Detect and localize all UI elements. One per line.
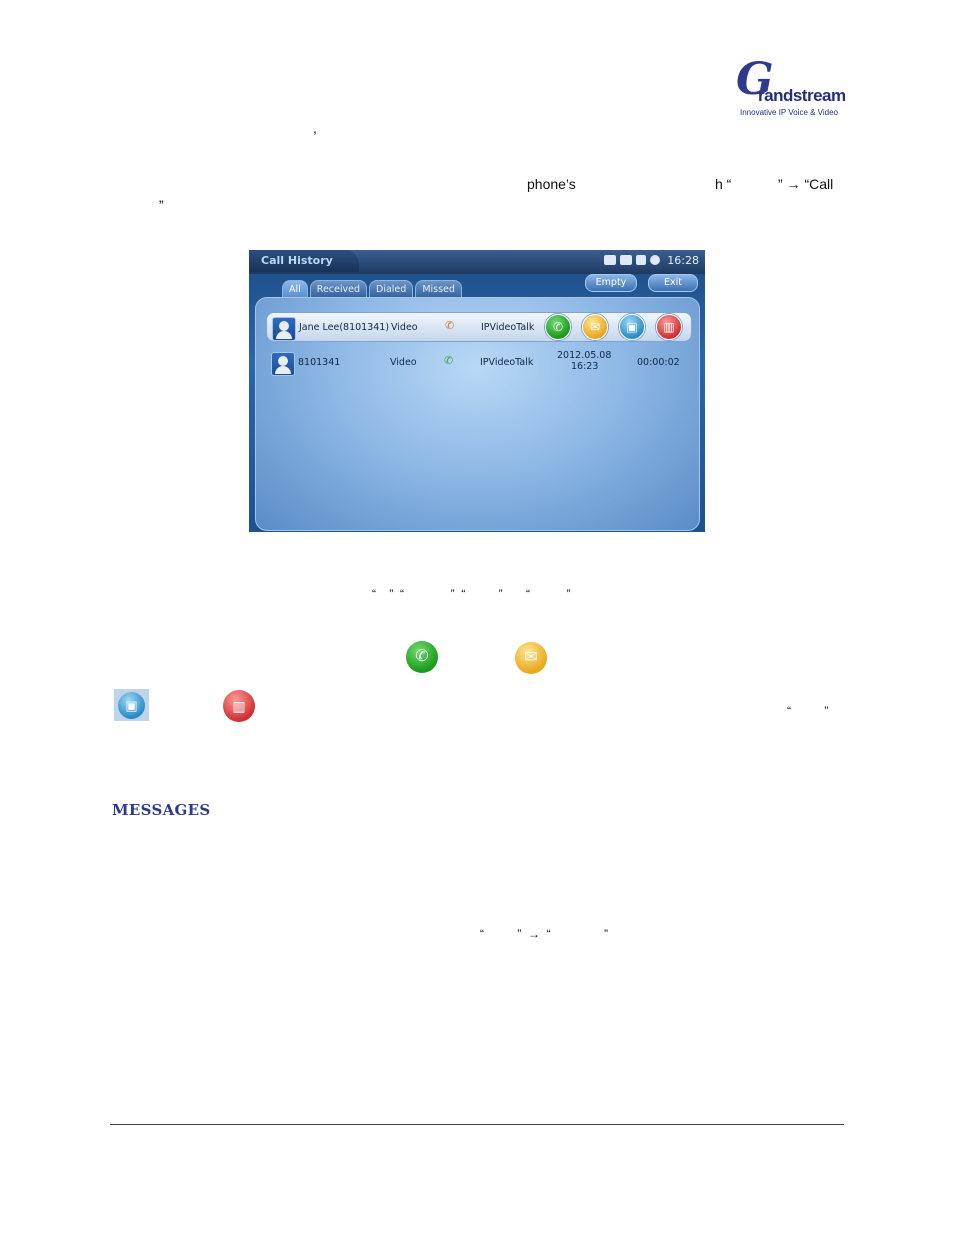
call-name: 8101341 — [298, 357, 341, 368]
grandstream-logo: G randstream Innovative IP Voice & Video — [736, 58, 846, 120]
call-account: IPVideoTalk — [481, 322, 535, 333]
h-quote-fragment: h “ — [715, 176, 732, 192]
contact-button[interactable]: ▣ — [619, 314, 645, 340]
logo-name: randstream — [758, 86, 846, 105]
call-row[interactable]: 8101341 Video ✆ IPVideoTalk 2012.05.08 1… — [266, 348, 690, 376]
exit-button[interactable]: Exit — [648, 274, 698, 292]
tab-dialed[interactable]: Dialed — [369, 280, 414, 297]
call-name: Jane Lee(8101341) — [299, 322, 390, 333]
footer-divider — [110, 1124, 844, 1125]
screen-title: Call History — [261, 254, 333, 267]
logo-tagline: Innovative IP Voice & Video — [740, 108, 838, 117]
message-button[interactable]: ✉ — [582, 314, 608, 340]
title-tab: Call History — [249, 250, 359, 272]
clock: 16:28 — [667, 253, 699, 267]
received-call-icon: ✆ — [444, 354, 454, 367]
contact-icon: ▣ — [626, 320, 638, 334]
quote-pair-fragment: “ ” — [787, 704, 829, 718]
contact-icon: ▣ — [118, 692, 145, 719]
call-fragment: ” → “Call — [778, 176, 834, 192]
tab-bar: All Received Dialed Missed — [282, 280, 462, 297]
message-icon: ✉ — [515, 642, 547, 674]
call-type: Video — [390, 357, 417, 368]
section-heading: MESSAGES — [112, 801, 211, 819]
title-bar: Call History 16:28 — [249, 250, 705, 274]
tab-missed[interactable]: Missed — [415, 280, 462, 297]
contact-icon-frame: ▣ — [114, 689, 149, 721]
avatar-icon — [272, 317, 296, 341]
delete-button[interactable]: ▥ — [656, 314, 682, 340]
call-button[interactable]: ✆ — [545, 314, 571, 340]
call-type: Video — [391, 322, 418, 333]
phones-fragment: phone’s — [527, 176, 576, 192]
sync-icon — [650, 255, 661, 265]
arrow-quote-fragment: “ ” → “ ” — [480, 927, 609, 941]
call-date: 2012.05.08 — [557, 350, 612, 361]
keyboard-icon — [620, 255, 633, 265]
call-account: IPVideoTalk — [480, 357, 534, 368]
outgoing-call-icon: ✆ — [445, 319, 455, 332]
call-row[interactable]: Jane Lee(8101341) Video ✆ IPVideoTalk ✆ … — [266, 312, 692, 342]
speaker-icon — [636, 255, 647, 265]
avatar-icon — [271, 352, 295, 376]
call-list: Jane Lee(8101341) Video ✆ IPVideoTalk ✆ … — [255, 297, 700, 531]
phone-icon: ✆ — [406, 641, 438, 673]
tabs-quotes-fragment: “ ” “ ” “ ” “ ” — [372, 587, 571, 601]
call-time: 16:23 — [571, 361, 599, 372]
message-icon: ✉ — [589, 320, 601, 334]
phone-icon: ✆ — [552, 320, 564, 334]
tab-received[interactable]: Received — [309, 280, 368, 297]
close-quote-fragment: ” — [159, 197, 164, 213]
trash-icon: ▥ — [663, 320, 675, 334]
empty-button[interactable]: Empty — [585, 274, 637, 292]
status-bar: 16:28 — [604, 253, 699, 267]
tab-all[interactable]: All — [282, 280, 308, 297]
camera-icon — [604, 255, 617, 265]
comma-fragment: , — [313, 120, 317, 136]
trash-icon: ▥ — [223, 690, 255, 722]
call-history-screenshot: Call History 16:28 All Received Dialed M… — [249, 250, 705, 532]
call-duration: 00:00:02 — [637, 357, 680, 368]
